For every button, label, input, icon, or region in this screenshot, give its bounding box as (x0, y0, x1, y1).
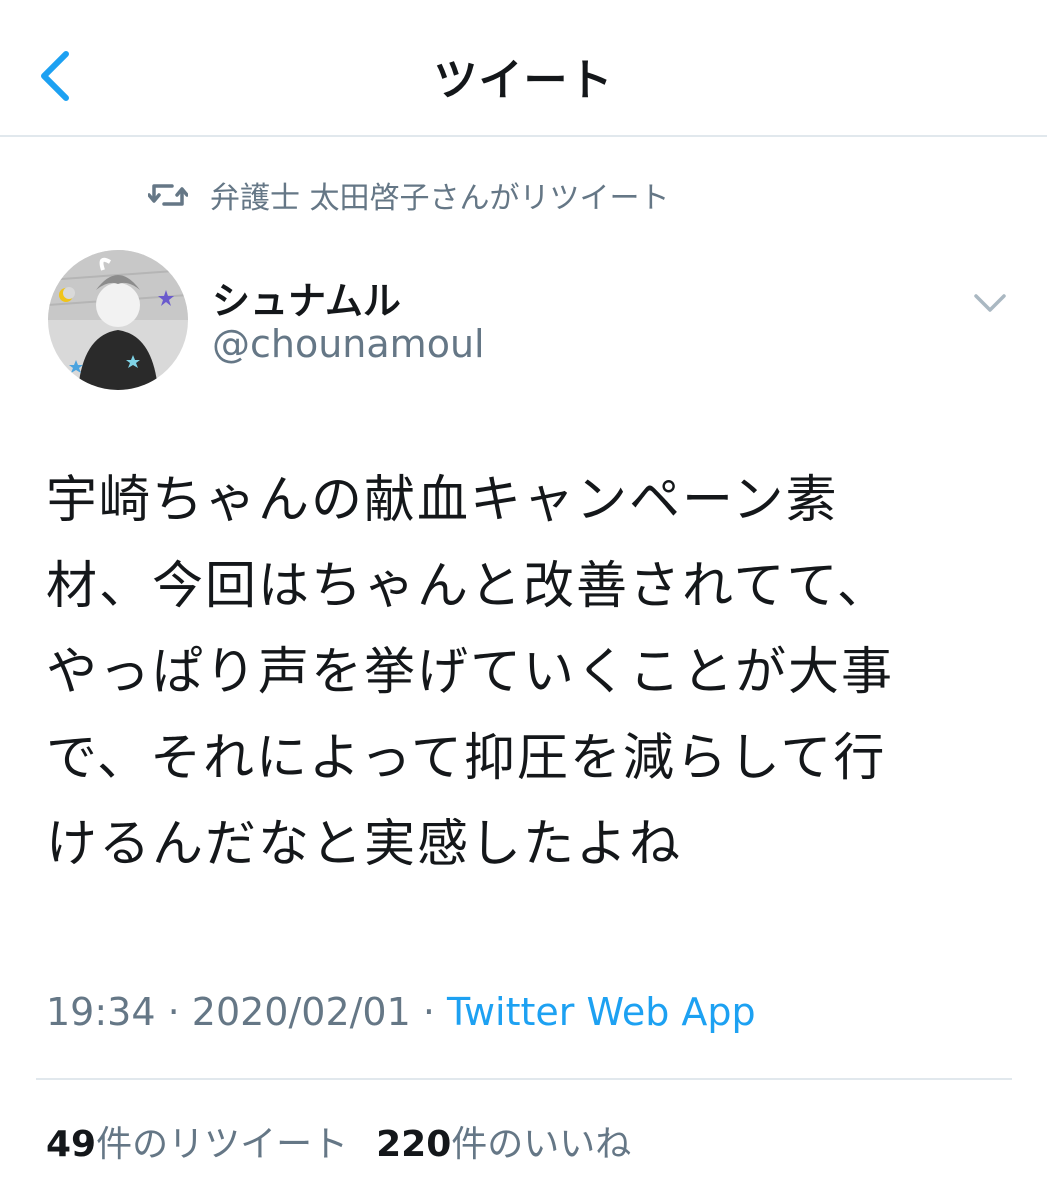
avatar-illustration (48, 250, 188, 390)
tweet-date: 2020/02/01 (191, 990, 411, 1034)
tweet-time: 19:34 (46, 990, 156, 1034)
chevron-down-icon (974, 294, 1006, 312)
author-handle[interactable]: @chounamoul (212, 322, 485, 366)
retweets-count: 49 (46, 1124, 97, 1165)
meta-separator: · (155, 990, 192, 1034)
meta-separator: · (410, 990, 448, 1034)
tweet-metadata: 19:34 · 2020/02/01 · Twitter Web App (46, 990, 756, 1034)
likes-count: 220 (376, 1124, 452, 1165)
retweets-label: 件のリツイート (96, 1124, 349, 1165)
avatar[interactable] (48, 250, 188, 390)
tweet-stats: 49件のリツイート 220件のいいね (46, 1115, 631, 1167)
retweets-stat[interactable]: 49件のリツイート (46, 1124, 348, 1165)
likes-label: 件のいいね (451, 1124, 632, 1165)
navigation-bar: ツイート (0, 0, 1047, 137)
likes-stat[interactable]: 220件のいいね (376, 1124, 631, 1165)
tweet-source-link[interactable]: Twitter Web App (447, 990, 756, 1034)
page-title: ツイート (433, 55, 614, 106)
retweet-context: 弁護士 太田啓子さんがリツイート (148, 170, 670, 220)
retweet-icon (148, 184, 188, 206)
tweet-text: 宇崎ちゃんの献血キャンペーン素 材、今回はちゃんと改善されてて、 やっぱり声を挙… (46, 471, 895, 874)
divider (36, 1078, 1012, 1080)
author-display-name[interactable]: シュナムル (212, 270, 401, 325)
retweet-context-text[interactable]: 弁護士 太田啓子さんがリツイート (210, 173, 670, 217)
tweet-options-button[interactable] (968, 284, 1012, 320)
